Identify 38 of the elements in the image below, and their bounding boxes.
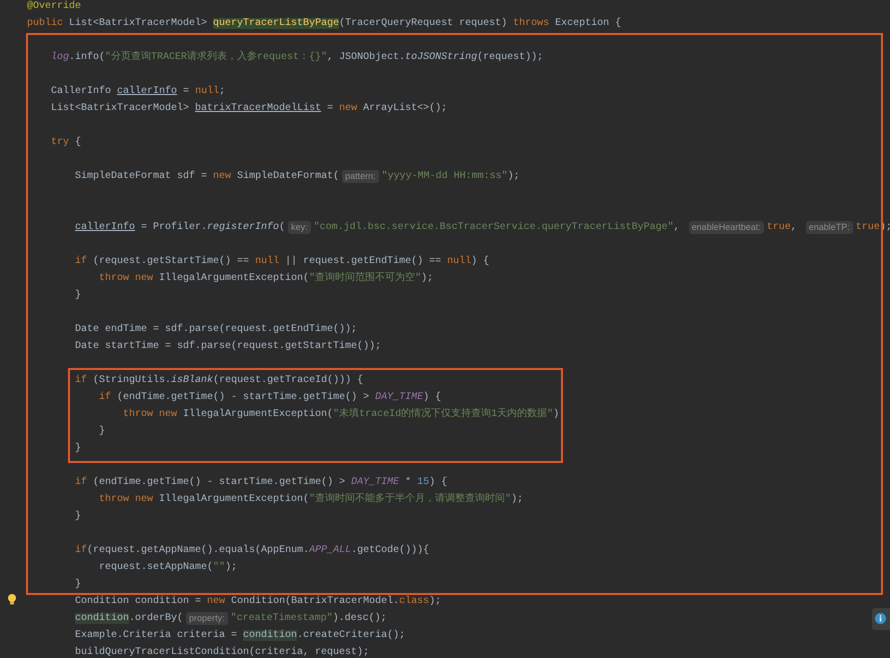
code-text: if (endTime.getTime() - startTime.getTime() > DAY_TIME) { — [99, 390, 442, 405]
code-text: } — [75, 442, 82, 456]
code-text: request.setAppName(""); — [99, 560, 238, 575]
code-text: log.info("分页查询TRACER请求列表，入参request：{}", JSONObject.toJSONString(request)); — [51, 50, 544, 65]
code-text: Date endTime = sdf.parse(request.getEndTime()); — [75, 322, 358, 337]
code-text: } — [75, 288, 82, 303]
code-text: "yyyy-MM-dd HH:mm:ss"); — [382, 170, 520, 184]
code-text: true, — [766, 221, 798, 235]
info-icon[interactable] — [875, 613, 886, 624]
code-text: CallerInfo callerInfo = null; — [51, 84, 226, 99]
parameter-hint: pattern: — [342, 170, 379, 183]
code-text: buildQueryTracerListCondition(criteria, request); — [75, 646, 370, 658]
code-text: if (StringUtils.isBlank(request.getTraceId())) { — [75, 374, 364, 388]
code-text: if(request.getAppName().equals(AppEnum.APP_ALL.getCode())){ — [75, 544, 430, 558]
code-text: "createTimestamp").desc(); — [230, 612, 387, 626]
code-text: SimpleDateFormat sdf = new SimpleDateFormat( — [75, 170, 340, 184]
code-text: try { — [51, 136, 82, 150]
code-text: public List<BatrixTracerModel> queryTracerListByPage(TracerQueryRequest request) throws Exception { — [27, 16, 622, 31]
code-text: } — [75, 578, 82, 592]
code-text: "com.jdl.bsc.service.BscTracerService.queryTracerListByPage", — [314, 220, 681, 235]
code-text: if (request.getStartTime() == null || request.getEndTime() == null) { — [75, 254, 490, 269]
code-text: @Override — [27, 0, 82, 14]
code-text: Example.Criteria criteria = condition.createCriteria(); — [75, 628, 406, 643]
code-text: } — [75, 510, 82, 524]
code-text: throw new IllegalArgumentException("查询时间范围不可为空"); — [99, 270, 434, 286]
parameter-hint: enableTP: — [806, 221, 853, 234]
code-text: throw new IllegalArgumentException("查询时间不能多于半个月，请调整查询时间"); — [99, 492, 524, 507]
code-text: List<BatrixTracerModel> batrixTracerModelList = new ArrayList<>(); — [51, 102, 448, 116]
code-text: } — [99, 424, 106, 439]
code-text: Condition condition = new Condition(BatrixTracerModel.class); — [75, 594, 442, 609]
code-text: if (endTime.getTime() - startTime.getTime() > DAY_TIME * 15) { — [75, 476, 448, 490]
lightbulb-icon[interactable] — [7, 593, 17, 606]
code-text: callerInfo = Profiler.registerInfo( — [75, 220, 286, 235]
parameter-hint: enableHeartbeat: — [688, 221, 764, 234]
code-text: Date startTime = sdf.parse(request.getStartTime()); — [75, 340, 382, 354]
code-text: condition.orderBy( — [75, 612, 184, 626]
parameter-hint: property: — [186, 612, 228, 625]
parameter-hint: key: — [288, 221, 311, 234]
